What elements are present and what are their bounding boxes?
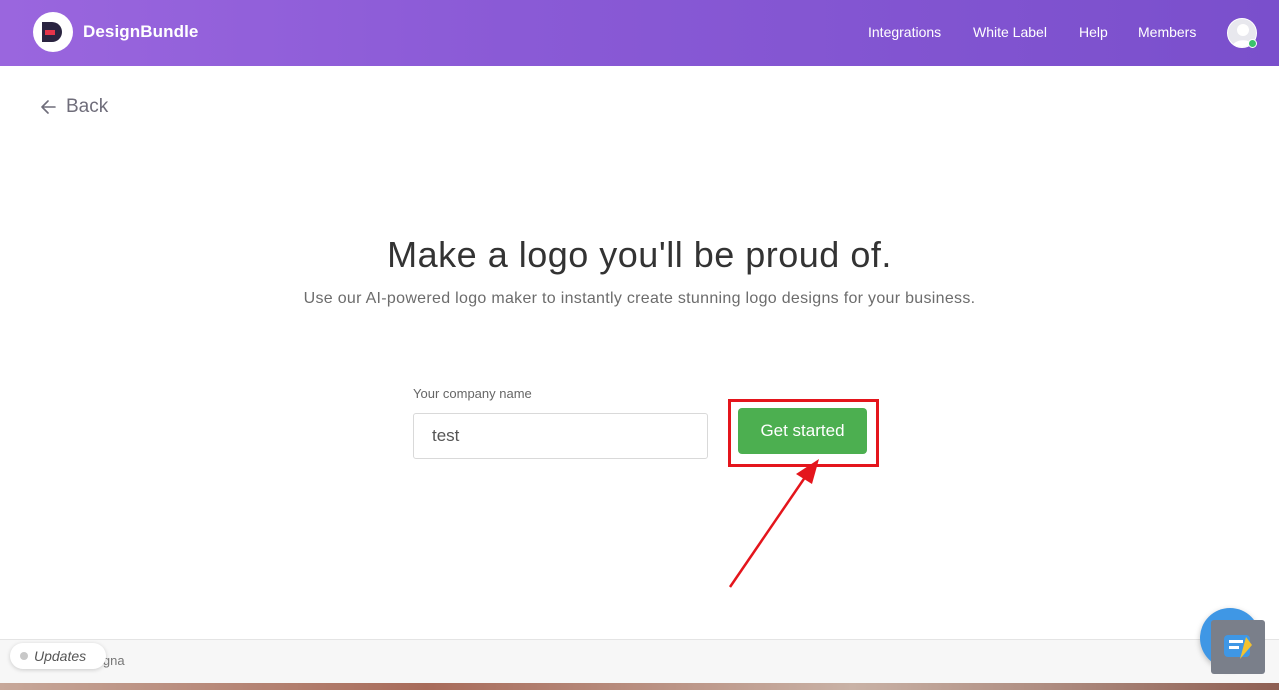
designbundle-logo-icon <box>33 12 73 52</box>
top-navigation-bar: DesignBundle Integrations White Label He… <box>0 0 1279 66</box>
arrow-left-icon <box>41 100 56 114</box>
footer-bar <box>0 639 1279 683</box>
page-subtitle: Use our AI-powered logo maker to instant… <box>303 290 976 307</box>
nav-members[interactable]: Members <box>1138 24 1196 40</box>
company-name-input[interactable] <box>413 413 708 459</box>
nav-white-label[interactable]: White Label <box>973 24 1047 40</box>
chat-widget-icon[interactable] <box>1211 620 1265 674</box>
brand[interactable]: DesignBundle <box>33 12 199 52</box>
back-label: Back <box>66 96 109 117</box>
updates-button[interactable]: Updates <box>10 643 107 669</box>
nav-help[interactable]: Help <box>1079 24 1108 40</box>
back-link[interactable]: Back <box>40 96 108 118</box>
bottom-edge-strip <box>0 683 1279 690</box>
page-title: Make a logo you'll be proud of. <box>387 234 892 275</box>
updates-status-dot <box>20 652 28 660</box>
annotation-arrow <box>728 459 819 588</box>
online-status-indicator <box>1248 39 1257 48</box>
updates-label: Updates <box>34 648 87 664</box>
nav-integrations[interactable]: Integrations <box>868 24 941 40</box>
company-name-label: Your company name <box>413 386 532 401</box>
get-started-button[interactable]: Get started <box>738 408 867 454</box>
brand-name: DesignBundle <box>83 22 199 41</box>
